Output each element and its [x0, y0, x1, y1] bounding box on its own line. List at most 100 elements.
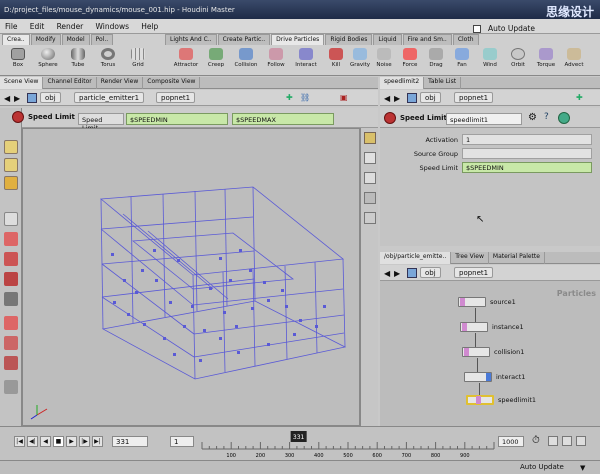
step-back-button[interactable]: ◀|	[27, 436, 38, 447]
select-tool-icon[interactable]	[4, 140, 18, 154]
right-home-icon[interactable]	[407, 93, 417, 103]
help-icon[interactable]: ?	[544, 112, 549, 122]
shelf-tab-liquid[interactable]: Liquid	[373, 34, 402, 45]
tab-channel-editor[interactable]: Channel Editor	[43, 77, 97, 89]
tool-creep[interactable]: Creep	[202, 47, 230, 75]
shelf-tab-cloth[interactable]: Cloth	[452, 34, 479, 45]
menu-file[interactable]: File	[0, 19, 23, 34]
shading-toggle-icon[interactable]	[364, 172, 376, 184]
right-path-obj[interactable]: obj	[420, 92, 441, 103]
move-tool-icon[interactable]	[4, 232, 18, 246]
stop-button[interactable]: ■	[53, 436, 64, 447]
view-tool-icon[interactable]	[4, 336, 18, 350]
tab-material-palette[interactable]: Material Palette	[489, 252, 545, 264]
chevron-down-icon[interactable]: ▼	[580, 464, 585, 472]
tool-fan[interactable]: Fan	[448, 47, 476, 75]
tool-sphere[interactable]: Sphere	[34, 47, 62, 75]
tool-attractor[interactable]: Attractor	[172, 47, 200, 75]
link-icon[interactable]: ⛓	[300, 93, 310, 102]
speedmax-field[interactable]: $SPEEDMAX	[232, 113, 334, 125]
lighting-toggle-icon[interactable]	[364, 212, 376, 224]
tool-wind[interactable]: Wind	[476, 47, 504, 75]
tab-composite-view[interactable]: Composite View	[143, 77, 201, 89]
info-icon[interactable]	[558, 112, 570, 124]
tab-network-path[interactable]: /obj/particle_emitte..	[380, 252, 452, 264]
tool-collision[interactable]: Collision	[232, 47, 260, 75]
current-frame-field[interactable]: 331	[112, 436, 148, 447]
tool-interact[interactable]: Interact	[292, 47, 320, 75]
menu-help[interactable]: Help	[136, 19, 163, 34]
speed-limit-field[interactable]: $SPEEDMIN	[462, 162, 592, 173]
tool-drag[interactable]: Drag	[422, 47, 450, 75]
tool-orbit[interactable]: Orbit	[504, 47, 532, 75]
range-icon[interactable]	[576, 436, 586, 446]
ghost-toggle-icon[interactable]	[364, 192, 376, 204]
path-obj[interactable]: obj	[40, 92, 61, 103]
timeline-slider[interactable]: 100 200 300 400 500 600 700 800 900 331	[198, 429, 498, 459]
keys-icon[interactable]	[562, 436, 572, 446]
shelf-tab-lights[interactable]: Lights And C..	[165, 34, 217, 45]
jump-end-button[interactable]: ▶|	[92, 436, 103, 447]
net-back-arrow-icon[interactable]: ◀	[384, 269, 390, 278]
play-reverse-button[interactable]: ◀	[40, 436, 51, 447]
shelf-tab-create-particles[interactable]: Create Partic..	[217, 34, 271, 45]
wireframe-toggle-icon[interactable]	[364, 152, 376, 164]
tool-torus[interactable]: Torus	[94, 47, 122, 75]
end-frame-field[interactable]: 1000	[498, 436, 524, 447]
tool-grid[interactable]: Grid	[124, 47, 152, 75]
path-popnet[interactable]: popnet1	[156, 92, 196, 103]
pose-tool-icon[interactable]	[4, 316, 18, 330]
menu-render[interactable]: Render	[52, 19, 89, 34]
shelf-tab-create[interactable]: Crea..	[2, 34, 30, 45]
path-particle-emitter[interactable]: particle_emitter1	[74, 92, 145, 103]
tool-advect[interactable]: Advect	[560, 47, 588, 75]
speedmin-field[interactable]: $SPEEDMIN	[126, 113, 228, 125]
shelf-tab-poly[interactable]: Pol..	[90, 34, 114, 45]
gear-icon[interactable]: ⚙	[528, 112, 537, 123]
back-arrow-icon[interactable]: ◀	[4, 94, 10, 103]
right-forward-arrow-icon[interactable]: ▶	[394, 94, 400, 103]
realtime-icon[interactable]: ⏱	[532, 435, 540, 446]
display-options-icon[interactable]	[364, 132, 376, 144]
snap-tool-icon[interactable]	[4, 380, 18, 394]
network-editor[interactable]: Particles source1 instance1 collision1 i…	[380, 281, 600, 426]
handle-tool-icon[interactable]	[4, 292, 18, 306]
right-back-arrow-icon[interactable]: ◀	[384, 94, 390, 103]
viewport-layout-icon[interactable]: ▣	[340, 93, 348, 102]
tool-follow[interactable]: Follow	[262, 47, 290, 75]
pointer-icon[interactable]	[4, 212, 18, 226]
path-home-icon[interactable]	[27, 93, 37, 103]
shelf-tab-model[interactable]: Model	[61, 34, 90, 45]
jump-start-button[interactable]: |◀	[14, 436, 25, 447]
source-group-field[interactable]	[462, 148, 592, 159]
net-forward-arrow-icon[interactable]: ▶	[394, 269, 400, 278]
render-tool-icon[interactable]	[4, 356, 18, 370]
step-forward-button[interactable]: |▶	[79, 436, 90, 447]
forward-arrow-icon[interactable]: ▶	[14, 94, 20, 103]
tool-torque[interactable]: Torque	[532, 47, 560, 75]
tab-tree-view[interactable]: Tree View	[451, 252, 489, 264]
tool-box[interactable]: Box	[4, 47, 32, 75]
net-path-obj[interactable]: obj	[420, 267, 441, 278]
activation-field[interactable]: 1	[462, 134, 592, 145]
update-mode[interactable]: Auto Update	[520, 463, 564, 471]
tool-force[interactable]: Force	[396, 47, 424, 75]
tool-noise[interactable]: Noise	[370, 47, 398, 75]
play-button[interactable]: ▶	[66, 436, 77, 447]
shelf-tab-fire[interactable]: Fire and Sm..	[402, 34, 452, 45]
node-name-field[interactable]: speedlimit1	[446, 113, 522, 125]
frame-step-field[interactable]: 1	[170, 436, 194, 447]
tab-speedlimit2[interactable]: speedlimit2	[380, 77, 425, 89]
scene-viewport[interactable]	[22, 128, 360, 426]
right-path-popnet[interactable]: popnet1	[454, 92, 494, 103]
operator-button[interactable]: Speed Limit	[78, 113, 124, 132]
menu-windows[interactable]: Windows	[91, 19, 134, 34]
tab-render-view[interactable]: Render View	[97, 77, 144, 89]
tab-table-list[interactable]: Table List	[424, 77, 462, 89]
shelf-tab-modify[interactable]: Modify	[30, 34, 61, 45]
audio-icon[interactable]	[548, 436, 558, 446]
menu-edit[interactable]: Edit	[25, 19, 50, 34]
shelf-tab-drive-particles[interactable]: Drive Particles	[271, 34, 325, 45]
rotate-tool-icon[interactable]	[4, 252, 18, 266]
tool-tube[interactable]: Tube	[64, 47, 92, 75]
